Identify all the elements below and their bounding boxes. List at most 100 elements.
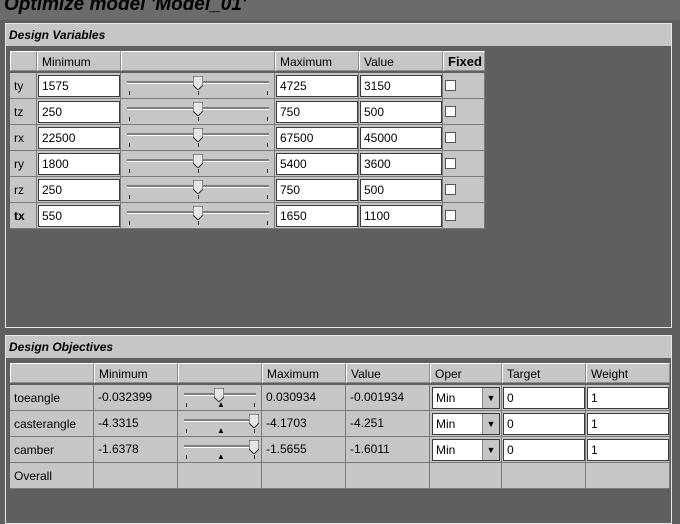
maximum-input[interactable]: 1650 [276,205,358,227]
maximum-input[interactable]: 5400 [276,153,358,175]
maximum-input[interactable]: 4725 [276,75,358,97]
column-header: Minimum [37,51,121,71]
slider-tick [129,143,130,147]
header-corner [10,363,94,383]
value-slider[interactable]: ▲ [180,439,260,463]
value-slider[interactable] [123,75,273,99]
grid-cell [178,463,262,489]
minimum-value: -0.032399 [98,390,153,404]
row-label: tz [10,99,37,125]
row-label: ry [10,151,37,177]
fixed-checkbox[interactable] [445,158,456,169]
value-input[interactable]: 1100 [360,205,442,227]
oper-select[interactable]: Min ▼ [432,413,500,435]
value-input[interactable]: 3600 [360,153,442,175]
slider-tick [198,91,199,95]
slider-tick [267,91,268,95]
slider-thumb[interactable] [192,101,204,117]
row-label: toeangle [10,385,94,411]
slider-thumb[interactable] [192,179,204,195]
slider-thumb[interactable] [248,439,260,455]
row-label: ty [10,73,37,99]
slider-tick [267,195,268,199]
current-value: -1.6011 [350,442,390,456]
weight-input[interactable]: 1 [587,439,669,461]
target-marker: ▲ [217,426,225,435]
column-header [121,51,275,71]
value-slider[interactable] [123,153,273,177]
slider-thumb[interactable] [248,413,260,429]
oper-select-value: Min [436,391,456,405]
slider-tick [186,429,187,433]
column-header: Oper [430,363,502,383]
grid-cell [502,463,586,489]
oper-select[interactable]: Min ▼ [432,439,500,461]
slider-tick [129,169,130,173]
fixed-checkbox[interactable] [445,184,456,195]
minimum-input[interactable]: 550 [38,205,120,227]
row-label: tx [10,203,37,229]
fixed-checkbox[interactable] [445,106,456,117]
slider-track [184,445,256,448]
chevron-down-icon[interactable]: ▼ [482,388,499,408]
column-header [178,363,262,383]
target-input[interactable]: 0 [503,413,585,435]
maximum-input[interactable]: 750 [276,101,358,123]
fixed-checkbox[interactable] [445,210,456,221]
weight-input[interactable]: 1 [587,387,669,409]
slider-tick [254,403,255,407]
slider-thumb[interactable] [192,153,204,169]
design-variables-title: Design Variables [6,24,671,46]
column-header: Value [359,51,443,71]
minimum-input[interactable]: 1575 [38,75,120,97]
fixed-checkbox[interactable] [445,80,456,91]
value-slider[interactable]: ▲ [180,387,260,411]
minimum-input[interactable]: 250 [38,179,120,201]
window-title: Optimize model 'Model_01' [4,0,247,15]
minimum-input[interactable]: 22500 [38,127,120,149]
oper-select[interactable]: Min ▼ [432,387,500,409]
target-marker: ▲ [217,400,225,409]
slider-tick [267,117,268,121]
slider-tick [198,169,199,173]
minimum-input[interactable]: 250 [38,101,120,123]
oper-select-value: Min [436,417,456,431]
header-corner [10,51,37,71]
minimum-value: -1.6378 [98,442,139,456]
fixed-checkbox[interactable] [445,132,456,143]
current-value: -0.001934 [350,390,405,404]
minimum-input[interactable]: 1800 [38,153,120,175]
column-header: Weight [586,363,670,383]
value-slider[interactable] [123,101,273,125]
slider-thumb[interactable] [192,127,204,143]
oper-select-value: Min [436,443,456,457]
slider-thumb[interactable] [192,75,204,91]
row-label: rz [10,177,37,203]
value-slider[interactable] [123,205,273,229]
value-input[interactable]: 500 [360,101,442,123]
value-input[interactable]: 45000 [360,127,442,149]
target-input[interactable]: 0 [503,439,585,461]
overall-label: Overall [10,463,94,489]
value-input[interactable]: 500 [360,179,442,201]
target-input[interactable]: 0 [503,387,585,409]
maximum-input[interactable]: 750 [276,179,358,201]
row-label: rx [10,125,37,151]
value-slider[interactable]: ▲ [180,413,260,437]
slider-tick [267,221,268,225]
slider-track [184,419,256,422]
current-value: -4.251 [350,416,385,430]
slider-tick [129,195,130,199]
chevron-down-icon[interactable]: ▼ [482,414,499,434]
target-marker: ▲ [217,452,225,461]
slider-thumb[interactable] [192,205,204,221]
design-objectives-title: Design Objectives [6,336,671,358]
value-slider[interactable] [123,179,273,203]
value-input[interactable]: 3150 [360,75,442,97]
design-objectives-panel: Design Objectives Minimum Maximum Value Ope… [5,335,672,524]
weight-input[interactable]: 1 [587,413,669,435]
value-slider[interactable] [123,127,273,151]
maximum-input[interactable]: 67500 [276,127,358,149]
column-header: Minimum [94,363,178,383]
chevron-down-icon[interactable]: ▼ [482,440,499,460]
